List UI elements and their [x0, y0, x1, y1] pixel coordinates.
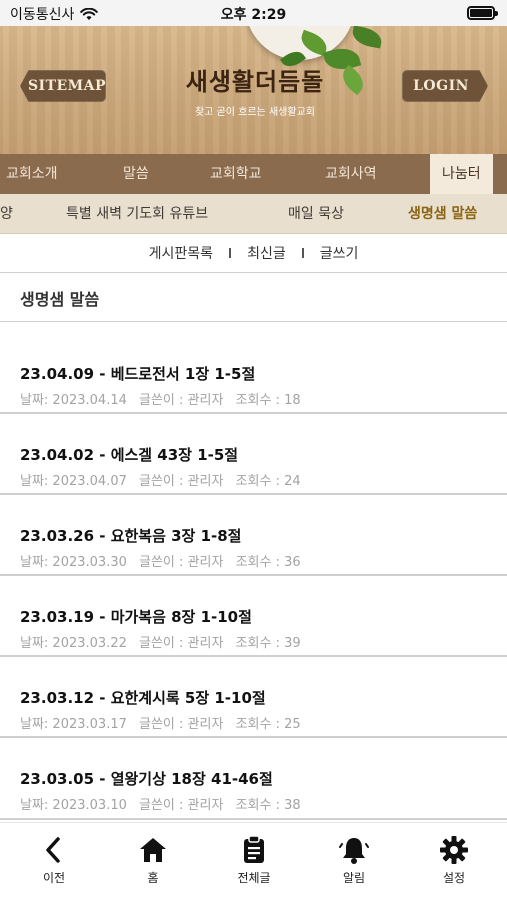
post-meta: 날짜: 2023.03.10 글쓴이 : 관리자 조회수 : 38	[20, 794, 309, 813]
post-author: 글쓴이 : 관리자	[139, 717, 224, 732]
login-button[interactable]: LOGIN	[402, 70, 488, 102]
gear-icon	[440, 836, 468, 864]
post-list-item[interactable]: 23.03.05 - 열왕기상 18장 41-46절 날짜: 2023.03.1…	[0, 738, 507, 820]
main-nav-item-ministry[interactable]: 교회사역	[325, 154, 377, 194]
post-author: 글쓴이 : 관리자	[139, 393, 224, 408]
post-title: 23.04.02 - 에스겔 43장 1-5절	[20, 446, 239, 464]
link-separator	[301, 248, 304, 258]
post-title: 23.03.05 - 열왕기상 18장 41-46절	[20, 770, 273, 788]
home-icon	[140, 838, 166, 862]
post-meta: 날짜: 2023.03.22 글쓴이 : 관리자 조회수 : 39	[20, 632, 309, 651]
post-date: 날짜: 2023.03.17	[20, 717, 127, 732]
tab-back[interactable]: 이전	[24, 835, 84, 886]
tab-home[interactable]: 홈	[123, 835, 183, 886]
post-date: 날짜: 2023.03.22	[20, 636, 127, 651]
post-meta: 날짜: 2023.04.14 글쓴이 : 관리자 조회수 : 18	[20, 389, 309, 408]
post-views: 조회수 : 36	[235, 555, 301, 570]
post-meta: 날짜: 2023.04.07 글쓴이 : 관리자 조회수 : 24	[20, 470, 309, 489]
post-list-item[interactable]: 23.04.09 - 베드로전서 1장 1-5절 날짜: 2023.04.14 …	[0, 333, 507, 414]
sitemap-button[interactable]: SITEMAP	[20, 70, 106, 102]
sub-nav-item-daily-meditation[interactable]: 매일 묵상	[288, 194, 344, 234]
main-nav-item-church-school[interactable]: 교회학교	[210, 154, 262, 194]
sub-nav: 양 특별 새벽 기도회 유튜브 매일 묵상 생명샘 말씀	[0, 194, 507, 234]
main-nav-item-sharing[interactable]: 나눔터	[430, 154, 493, 194]
back-icon	[46, 837, 60, 863]
post-views: 조회수 : 25	[235, 717, 301, 732]
recent-posts-link[interactable]: 최신글	[247, 243, 286, 263]
bell-icon	[339, 838, 369, 864]
tab-label: 알림	[342, 871, 366, 885]
board-title: 생명샘 말씀	[20, 290, 100, 309]
tab-all-posts[interactable]: 전체글	[224, 835, 284, 886]
tab-label: 홈	[147, 871, 159, 885]
main-nav: 교회소개 말씀 교회학교 교회사역 나눔터	[0, 154, 507, 194]
church-logo[interactable]: 새생활더듬돌 찾고 곧이 흐르는 새생활교회	[175, 62, 335, 118]
divider	[0, 272, 507, 273]
post-author: 글쓴이 : 관리자	[139, 555, 224, 570]
post-views: 조회수 : 39	[235, 636, 301, 651]
clipboard-icon	[244, 835, 264, 863]
sub-nav-item-special-dawn-prayer[interactable]: 특별 새벽 기도회 유튜브	[66, 194, 208, 234]
bottom-tab-bar: 이전 홈 전체글 알림 설정	[0, 822, 507, 900]
post-date: 날짜: 2023.03.10	[20, 798, 127, 813]
tab-label: 전체글	[237, 871, 271, 885]
post-title: 23.03.26 - 요한복음 3장 1-8절	[20, 527, 242, 545]
post-list-item[interactable]: 23.04.02 - 에스겔 43장 1-5절 날짜: 2023.04.07 글…	[0, 414, 507, 495]
tab-label: 이전	[42, 871, 66, 885]
board-links: 게시판목록 최신글 글쓰기	[0, 238, 507, 268]
post-meta: 날짜: 2023.03.30 글쓴이 : 관리자 조회수 : 36	[20, 551, 309, 570]
post-date: 날짜: 2023.03.30	[20, 555, 127, 570]
post-author: 글쓴이 : 관리자	[139, 636, 224, 651]
post-title: 23.03.19 - 마가복음 8장 1-10절	[20, 608, 252, 626]
link-separator	[229, 248, 232, 258]
tab-notifications[interactable]: 알림	[324, 835, 384, 886]
write-post-link[interactable]: 글쓰기	[320, 243, 359, 263]
post-title: 23.04.09 - 베드로전서 1장 1-5절	[20, 365, 256, 383]
battery-icon	[467, 6, 498, 20]
post-date: 날짜: 2023.04.07	[20, 474, 127, 489]
logo-title: 새생활더듬돌	[185, 67, 325, 96]
post-views: 조회수 : 24	[235, 474, 301, 489]
leaf-decoration	[350, 26, 384, 49]
post-author: 글쓴이 : 관리자	[139, 474, 224, 489]
logo-subtitle: 찾고 곧이 흐르는 새생활교회	[195, 107, 315, 118]
status-bar: 이동통신사 오후 2:29	[0, 0, 507, 26]
post-author: 글쓴이 : 관리자	[139, 798, 224, 813]
post-date: 날짜: 2023.04.14	[20, 393, 127, 408]
post-list-item[interactable]: 23.03.26 - 요한복음 3장 1-8절 날짜: 2023.03.30 글…	[0, 495, 507, 576]
post-views: 조회수 : 18	[235, 393, 301, 408]
board-list-link[interactable]: 게시판목록	[149, 243, 213, 263]
tab-settings[interactable]: 설정	[424, 835, 484, 886]
post-meta: 날짜: 2023.03.17 글쓴이 : 관리자 조회수 : 25	[20, 713, 309, 732]
sub-nav-item-life-spring-sermon[interactable]: 생명샘 말씀	[408, 194, 477, 234]
status-time: 오후 2:29	[220, 7, 287, 23]
main-nav-item-church-intro[interactable]: 교회소개	[6, 154, 58, 194]
post-list-item[interactable]: 23.03.19 - 마가복음 8장 1-10절 날짜: 2023.03.22 …	[0, 576, 507, 657]
header-banner: SITEMAP 새생활더듬돌 찾고 곧이 흐르는 새생활교회 LOGIN	[0, 26, 507, 154]
divider	[0, 321, 507, 322]
post-title: 23.03.12 - 요한계시록 5장 1-10절	[20, 689, 266, 707]
sub-nav-item-partial[interactable]: 양	[0, 194, 13, 234]
tab-label: 설정	[442, 871, 466, 885]
main-nav-item-sermon[interactable]: 말씀	[123, 154, 149, 194]
post-views: 조회수 : 38	[235, 798, 301, 813]
post-list-item[interactable]: 23.03.12 - 요한계시록 5장 1-10절 날짜: 2023.03.17…	[0, 657, 507, 738]
